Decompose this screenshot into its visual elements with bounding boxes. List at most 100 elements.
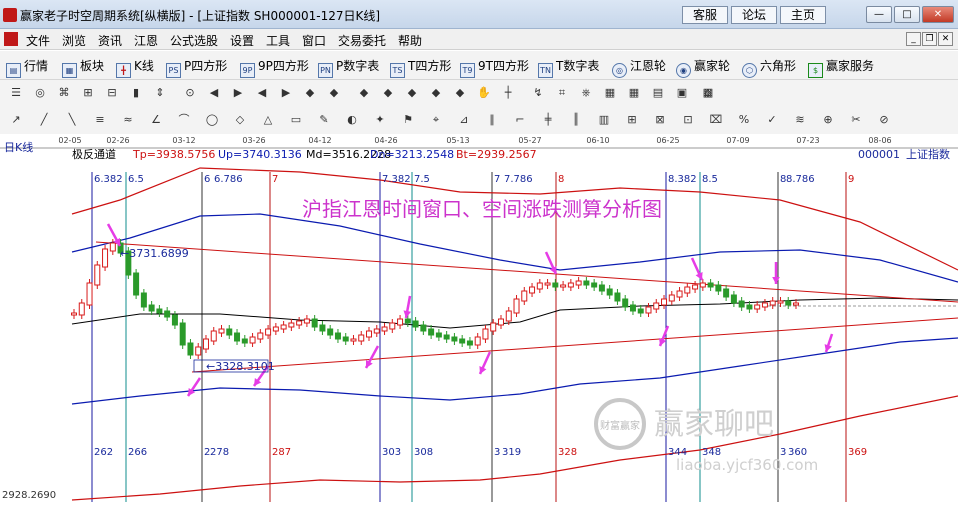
toolbar-winner-service[interactable]: $ 赢家服务 — [808, 57, 874, 78]
toolbar-kline[interactable]: ╋ K线 — [116, 57, 154, 78]
draw-tool-20-icon[interactable]: ║ — [568, 112, 584, 128]
hand-icon[interactable]: ✋ — [476, 85, 492, 101]
calc2-icon[interactable]: ▦ — [626, 85, 642, 101]
candle-body — [342, 336, 349, 342]
draw-tool-3-icon[interactable]: ≡ — [92, 112, 108, 128]
draw-tool-12-icon[interactable]: ◐ — [344, 112, 360, 128]
pattern-icon[interactable]: ▧ — [700, 85, 716, 101]
diamond-icon[interactable]: ◆ — [404, 85, 420, 101]
draw-tool-21-icon[interactable]: ▥ — [596, 112, 612, 128]
candle-body — [78, 302, 85, 316]
target-icon[interactable]: ⊙ — [182, 85, 198, 101]
draw-tool-9-icon[interactable]: △ — [260, 112, 276, 128]
draw-tool-6-icon[interactable]: ⌒ — [176, 112, 192, 128]
kline-chart-svg[interactable]: 02-05 02-26 03-12 03-26 04-12 04-26 05-13 05-27… — [0, 134, 958, 502]
zigzag-icon[interactable]: ↯ — [530, 85, 546, 101]
draw-tool-8-icon[interactable]: ◇ — [232, 112, 248, 128]
candle-body — [746, 304, 753, 310]
toolbar-p-square[interactable]: PS P四方形 — [166, 57, 227, 78]
draw-tool-0-icon[interactable]: ↗ — [8, 112, 24, 128]
draw-tool-2-icon[interactable]: ╲ — [64, 112, 80, 128]
toolbar-quote[interactable]: ▤ 行情 — [6, 57, 48, 78]
toolbar-hexagon[interactable]: ⬡ 六角形 — [742, 57, 796, 78]
draw-tool-16-icon[interactable]: ⊿ — [456, 112, 472, 128]
draw-tool-22-icon[interactable]: ⊞ — [624, 112, 640, 128]
forum-button[interactable]: 论坛 — [731, 6, 777, 24]
toolbar-t-number[interactable]: TN T数字表 — [538, 57, 599, 78]
draw-tool-28-icon[interactable]: ≋ — [792, 112, 808, 128]
list-icon[interactable]: ▤ — [650, 85, 666, 101]
customer-service-button[interactable]: 客服 — [682, 6, 728, 24]
next-icon[interactable]: ▶ — [278, 85, 294, 101]
draw-tool-14-icon[interactable]: ⚑ — [400, 112, 416, 128]
winner-wheel-icon: ◉ — [676, 63, 691, 78]
menu-browse[interactable]: 浏览 — [62, 32, 86, 49]
draw-tool-27-icon[interactable]: ✓ — [764, 112, 780, 128]
draw-tool-7-icon[interactable]: ◯ — [204, 112, 220, 128]
grid-plus-icon[interactable]: ⊞ — [80, 85, 96, 101]
calc-icon[interactable]: ▦ — [602, 85, 618, 101]
bar-icon[interactable]: ▮ — [128, 85, 144, 101]
menu-settings[interactable]: 设置 — [230, 32, 254, 49]
toolbar-9t-square[interactable]: T9 9T四方形 — [460, 57, 529, 78]
box-icon[interactable]: ▣ — [674, 85, 690, 101]
diamond-icon[interactable]: ◆ — [452, 85, 468, 101]
toolbar-winner-wheel[interactable]: ◉ 赢家轮 — [676, 57, 730, 78]
circle-icon[interactable]: ◎ — [32, 85, 48, 101]
mdi-restore-button[interactable]: ❐ — [922, 32, 937, 46]
menu-tools[interactable]: 工具 — [266, 32, 290, 49]
menu-formula-select[interactable]: 公式选股 — [170, 32, 218, 49]
diamond-icon[interactable]: ◆ — [302, 85, 318, 101]
menu-file[interactable]: 文件 — [26, 32, 50, 49]
toolbar-sector[interactable]: ▦ 板块 — [62, 57, 104, 78]
kline-chart-panel[interactable]: 02-05 02-26 03-12 03-26 04-12 04-26 05-13 05-27… — [0, 134, 958, 502]
mdi-minimize-button[interactable]: _ — [906, 32, 921, 46]
draw-tool-17-icon[interactable]: ∥ — [484, 112, 500, 128]
mdi-close-button[interactable]: ✕ — [938, 32, 953, 46]
prev-icon[interactable]: ◀ — [206, 85, 222, 101]
app-logo-icon — [3, 8, 17, 22]
draw-tool-30-icon[interactable]: ✂ — [848, 112, 864, 128]
draw-tool-13-icon[interactable]: ✦ — [372, 112, 388, 128]
draw-tool-31-icon[interactable]: ⊘ — [876, 112, 892, 128]
grid-minus-icon[interactable]: ⊟ — [104, 85, 120, 101]
menu-help[interactable]: 帮助 — [398, 32, 422, 49]
draw-tool-5-icon[interactable]: ∠ — [148, 112, 164, 128]
menu-trade[interactable]: 交易委托 — [338, 32, 386, 49]
prev-icon[interactable]: ◀ — [254, 85, 270, 101]
updown-icon[interactable]: ⇕ — [152, 85, 168, 101]
node-icon[interactable]: ⌘ — [56, 85, 72, 101]
toolbar-9p-square[interactable]: 9P 9P四方形 — [240, 57, 309, 78]
diamond-icon[interactable]: ◆ — [428, 85, 444, 101]
menu-window[interactable]: 窗口 — [302, 32, 326, 49]
draw-tool-10-icon[interactable]: ▭ — [288, 112, 304, 128]
wheel-icon[interactable]: ⎈ — [578, 85, 594, 101]
minimize-button[interactable]: — — [866, 6, 892, 23]
toolbar-gann-wheel[interactable]: ◎ 江恩轮 — [612, 57, 666, 78]
homepage-button[interactable]: 主页 — [780, 6, 826, 24]
draw-tool-23-icon[interactable]: ⊠ — [652, 112, 668, 128]
draw-tool-1-icon[interactable]: ╱ — [36, 112, 52, 128]
menu-info[interactable]: 资讯 — [98, 32, 122, 49]
draw-tool-15-icon[interactable]: ⌖ — [428, 112, 444, 128]
draw-tool-26-icon[interactable]: % — [736, 112, 752, 128]
draw-tool-11-icon[interactable]: ✎ — [316, 112, 332, 128]
crosshair-icon[interactable]: ┼ — [500, 85, 516, 101]
next-icon[interactable]: ▶ — [230, 85, 246, 101]
maximize-button[interactable]: □ — [894, 6, 920, 23]
draw-tool-18-icon[interactable]: ⌐ — [512, 112, 528, 128]
draw-tool-25-icon[interactable]: ⌧ — [708, 112, 724, 128]
diamond-icon[interactable]: ◆ — [380, 85, 396, 101]
close-button[interactable]: ✕ — [922, 6, 954, 23]
draw-tool-24-icon[interactable]: ⊡ — [680, 112, 696, 128]
menu-gann[interactable]: 江恩 — [134, 32, 158, 49]
diamond-icon[interactable]: ◆ — [356, 85, 372, 101]
toolbar-p-number[interactable]: PN P数字表 — [318, 57, 379, 78]
diamond-icon[interactable]: ◆ — [326, 85, 342, 101]
hash-icon[interactable]: ⌗ — [554, 85, 570, 101]
draw-tool-19-icon[interactable]: ╪ — [540, 112, 556, 128]
toolbar-t-square[interactable]: TS T四方形 — [390, 57, 451, 78]
draw-tool-4-icon[interactable]: ≈ — [120, 112, 136, 128]
menu-icon[interactable]: ☰ — [8, 85, 24, 101]
draw-tool-29-icon[interactable]: ⊕ — [820, 112, 836, 128]
